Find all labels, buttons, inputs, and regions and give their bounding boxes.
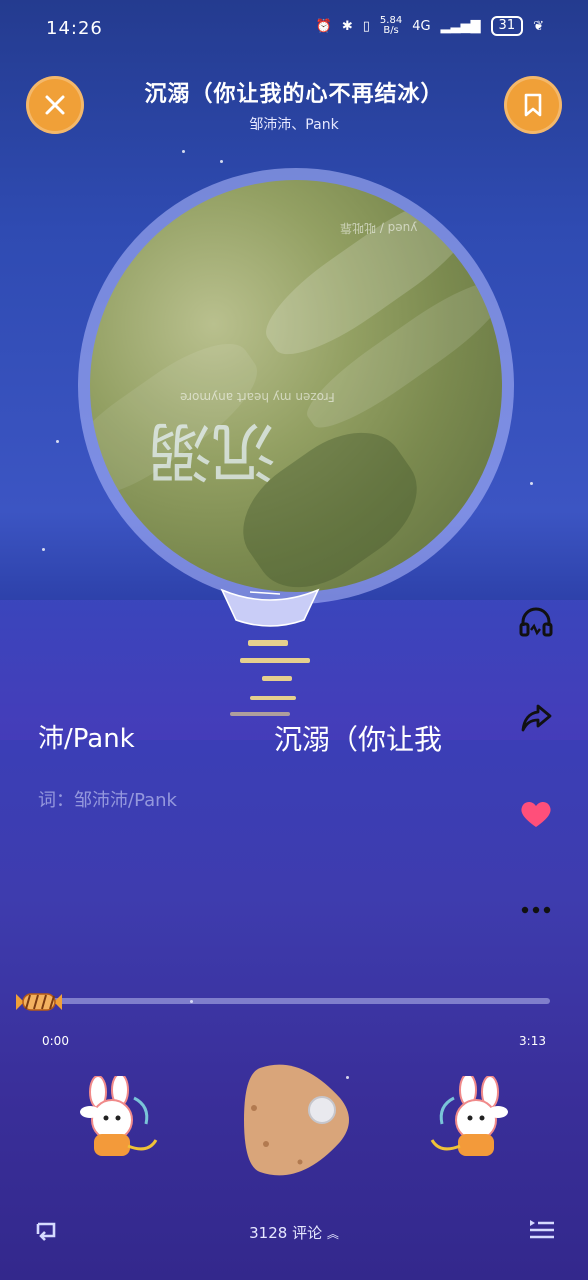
more-icon	[521, 906, 551, 914]
bookmark-button[interactable]	[504, 76, 562, 134]
previous-button-bunny-icon[interactable]	[68, 1076, 164, 1166]
listen-together-button[interactable]	[516, 602, 556, 642]
progress-track[interactable]	[40, 998, 550, 1004]
progress-thumb-candy-icon[interactable]	[14, 990, 64, 1014]
cover-glyph: 沉溺	[148, 413, 276, 487]
play-button[interactable]	[240, 1058, 354, 1182]
song-title: 沉溺（你让我的心不再结冰）	[144, 82, 444, 107]
more-button[interactable]	[516, 890, 556, 930]
bookmark-icon	[524, 93, 542, 117]
headphones-icon	[519, 607, 553, 637]
share-button[interactable]	[516, 698, 556, 738]
status-time: 14:26	[46, 18, 103, 39]
cover-text-2: Frozen my heart anymore	[180, 390, 335, 404]
status-icons: ⏰ ✱ ▯ 5.84 B/s 4G ▂▃▅▇ 31 ❦	[316, 16, 544, 36]
share-icon	[521, 704, 552, 732]
next-button-bunny-icon[interactable]	[424, 1076, 520, 1166]
chevron-up-icon: ︽	[326, 1227, 339, 1241]
alarm-icon: ⏰	[315, 18, 332, 34]
lyric-credit: 词：邹沛沛/Pank	[38, 790, 177, 811]
leaf-icon: ❦	[533, 18, 544, 34]
heart-icon	[521, 801, 551, 827]
lyric-line-left: 沛/Pank	[38, 724, 135, 754]
total-time: 3:13	[519, 1034, 546, 1048]
comments-button[interactable]: 3128 评论 ︽	[0, 1222, 588, 1243]
current-time: 0:00	[42, 1034, 69, 1048]
comments-label: 评论	[292, 1224, 323, 1242]
playlist-icon[interactable]	[526, 1214, 558, 1246]
vibrate-icon: ▯	[362, 18, 370, 34]
net-speed: 5.84 B/s	[379, 15, 403, 36]
boat-illustration	[220, 588, 320, 627]
lyric-line-current: 沉溺（你让我	[274, 723, 443, 756]
song-artists: 邹沛沛、Pank	[249, 117, 339, 133]
cover-text-1: yued / 吡吡靠	[340, 221, 418, 235]
bluetooth-icon: ✱	[341, 18, 353, 34]
like-button[interactable]	[516, 794, 556, 834]
battery-icon: 31	[490, 16, 524, 36]
album-cover[interactable]: yued / 吡吡靠 Frozen my heart anymore 沉溺	[90, 180, 502, 592]
comments-count: 3128	[249, 1224, 288, 1242]
network-type: 4G	[412, 18, 431, 34]
signal-icon: ▂▃▅▇	[440, 18, 481, 34]
